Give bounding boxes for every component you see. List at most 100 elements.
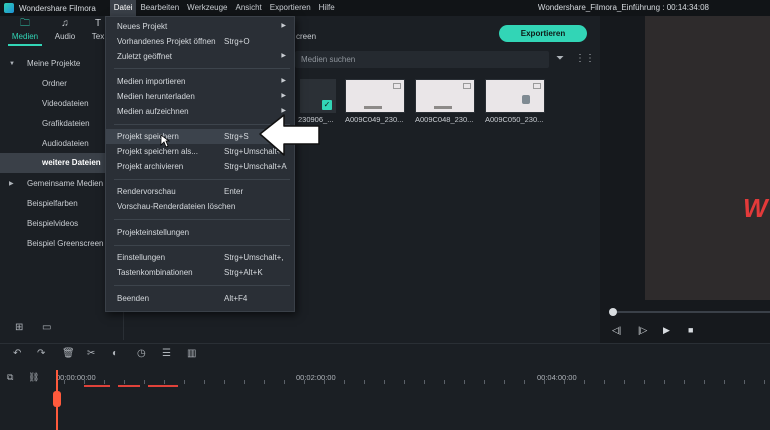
preview-scrubber[interactable]: [612, 311, 770, 313]
cut-icon[interactable]: ✂: [87, 348, 95, 359]
menu-item-label: Neues Projekt: [117, 22, 168, 31]
step-back-icon[interactable]: ◁|: [612, 325, 621, 336]
menu-item-projekt-archivieren[interactable]: Projekt archivieren Strg+Umschalt+A: [106, 159, 294, 174]
menu-werkzeuge[interactable]: Werkzeuge: [183, 0, 231, 16]
menu-item-label: Beenden: [117, 294, 150, 303]
menu-item-label: Medien herunterladen: [117, 92, 195, 101]
playhead-handle[interactable]: [53, 391, 61, 407]
timecode-label: 00:02:00:00: [296, 373, 336, 382]
export-button[interactable]: Exportieren: [499, 25, 587, 42]
file-menu-dropdown: Neues Projekt ▶ Vorhandenes Projekt öffne…: [105, 16, 295, 312]
ruler-tick: [184, 380, 185, 384]
menu-separator: [114, 245, 290, 246]
sidebar-item-label: Grafikdateien: [42, 119, 90, 128]
tab-medien[interactable]: 🗀 Medien: [10, 18, 40, 41]
tab-audio[interactable]: ♫ Audio: [52, 18, 78, 41]
menu-item-einstellungen[interactable]: Einstellungen Strg+Umschalt+,: [106, 250, 294, 265]
undo-icon[interactable]: ↶: [13, 348, 21, 359]
link-icon[interactable]: ⛓: [28, 372, 39, 383]
menu-bearbeiten[interactable]: Bearbeiten: [136, 0, 183, 16]
menu-item-medien-importieren[interactable]: Medien importieren ▶: [106, 74, 294, 89]
sidebar-item-label: Meine Projekte: [27, 59, 81, 68]
sidebar-item-label: Videodateien: [42, 99, 89, 108]
ruler-tick: [384, 380, 385, 384]
ruler-tick: [364, 380, 365, 384]
audio-wave-icon[interactable]: ▥: [187, 348, 196, 359]
add-track-icon[interactable]: ⧉: [7, 372, 13, 383]
ruler-tick: [164, 380, 165, 384]
media-thumbnail[interactable]: [345, 79, 405, 113]
menu-item-shortcut: Strg+Alt+K: [224, 268, 263, 277]
menu-item-medien-herunterladen[interactable]: Medien herunterladen ▶: [106, 89, 294, 104]
menu-exportieren[interactable]: Exportieren: [266, 0, 315, 16]
tab-label: Tex: [91, 32, 105, 41]
active-tab-indicator: [8, 44, 42, 46]
checkmark-icon[interactable]: ✓: [322, 100, 332, 110]
step-forward-icon[interactable]: |▷: [638, 325, 647, 336]
stop-icon[interactable]: ■: [688, 325, 693, 335]
tab-greenscreen-label[interactable]: creen: [296, 32, 316, 41]
media-label: A009C050_230...: [485, 115, 544, 124]
menu-item-beenden[interactable]: Beenden Alt+F4: [106, 291, 294, 306]
ruler-tick: [764, 380, 765, 384]
menu-hilfe[interactable]: Hilfe: [315, 0, 339, 16]
new-folder-icon[interactable]: ⊞: [15, 322, 23, 333]
redo-icon[interactable]: ↷: [37, 348, 45, 359]
menu-item-tastenkombinationen[interactable]: Tastenkombinationen Strg+Alt+K: [106, 265, 294, 280]
ruler-tick: [304, 380, 305, 384]
menu-item-rendervorschau[interactable]: Rendervorschau Enter: [106, 184, 294, 199]
delete-icon[interactable]: 🗑: [62, 348, 75, 359]
timeline[interactable]: [0, 366, 770, 430]
sidebar-item-label: Beispielvideos: [27, 219, 79, 228]
ruler-tick: [624, 380, 625, 384]
chevron-right-icon: ▶: [281, 78, 286, 84]
menu-item-shortcut: Strg+Umschalt+A: [224, 162, 287, 171]
menu-item-label: Vorhandenes Projekt öffnen: [117, 37, 216, 46]
ruler-tick: [64, 380, 65, 384]
ruler-tick: [704, 380, 705, 384]
media-thumbnail[interactable]: [415, 79, 475, 113]
ruler-tick: [244, 380, 245, 384]
sidebar-item-label: Beispielfarben: [27, 199, 78, 208]
menu-separator: [114, 219, 290, 220]
thumbnail-overlay-icon: [463, 83, 471, 89]
ruler-tick: [124, 380, 125, 384]
ruler-tick: [544, 380, 545, 384]
preview-video: [645, 16, 770, 300]
play-icon[interactable]: ▶: [663, 325, 670, 336]
ruler-tick: [504, 380, 505, 384]
menu-item-label: Medien aufzeichnen: [117, 107, 189, 116]
folder-add-icon[interactable]: ▭: [42, 322, 51, 333]
color-icon[interactable]: ◐: [112, 348, 118, 359]
menu-item-projekt-oeffnen[interactable]: Vorhandenes Projekt öffnen Strg+O: [106, 34, 294, 49]
ruler-tick: [644, 380, 645, 384]
menu-ansicht[interactable]: Ansicht: [232, 0, 266, 16]
menu-separator: [114, 179, 290, 180]
menu-item-zuletzt-geoeffnet[interactable]: Zuletzt geöffnet ▶: [106, 49, 294, 64]
menu-item-label: Tastenkombinationen: [117, 268, 193, 277]
grid-view-icon[interactable]: ⋮⋮: [575, 53, 595, 64]
menu-item-shortcut: Alt+F4: [224, 294, 248, 303]
sidebar-item-label: Audiodateien: [42, 139, 89, 148]
ruler-tick: [344, 380, 345, 384]
ruler-tick: [684, 380, 685, 384]
menu-item-projekteinstellungen[interactable]: Projekteinstellungen: [106, 225, 294, 240]
media-thumbnail[interactable]: [485, 79, 545, 113]
menu-item-label: Zuletzt geöffnet: [117, 52, 172, 61]
timeline-marker: [148, 385, 178, 387]
filmora-logo-icon: [4, 3, 14, 13]
menu-datei[interactable]: Datei: [109, 0, 137, 16]
menu-item-label: Rendervorschau: [117, 187, 176, 196]
menu-item-neues-projekt[interactable]: Neues Projekt ▶: [106, 19, 294, 34]
adjust-icon[interactable]: ☰: [162, 348, 171, 359]
tab-label: Audio: [54, 32, 76, 41]
ruler-tick: [484, 380, 485, 384]
tab-text[interactable]: T Tex: [91, 18, 105, 41]
chevron-down-icon: ▼: [9, 61, 15, 67]
menu-item-label: Vorschau-Renderdateien löschen: [117, 202, 236, 211]
search-input[interactable]: Medien suchen: [295, 51, 549, 68]
speed-icon[interactable]: ◷: [137, 348, 146, 359]
filter-icon[interactable]: ⏷: [556, 53, 564, 64]
scrubber-handle[interactable]: [609, 308, 617, 316]
menu-item-renderdateien-loeschen[interactable]: Vorschau-Renderdateien löschen: [106, 199, 294, 214]
